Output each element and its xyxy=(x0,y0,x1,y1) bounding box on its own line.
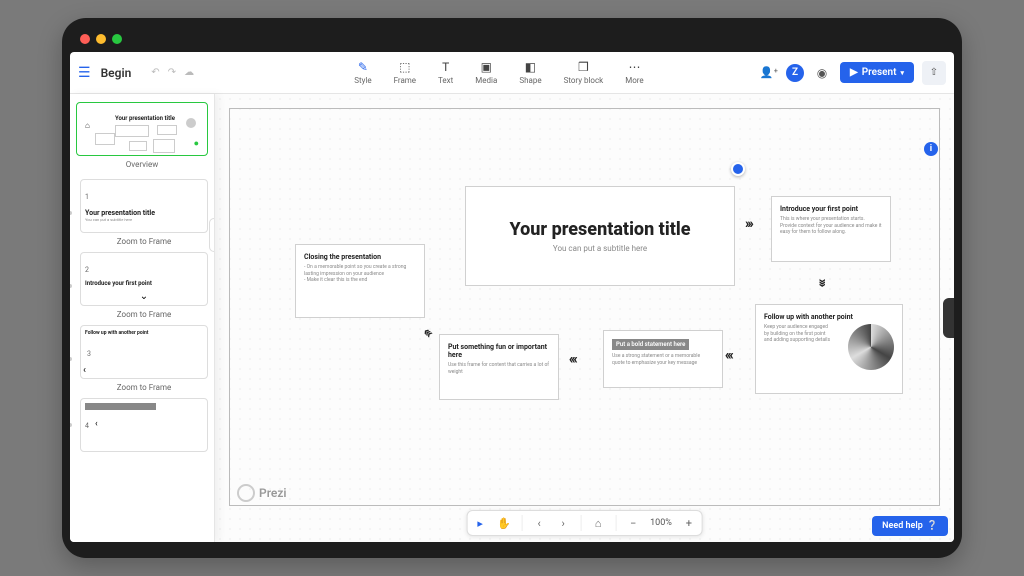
next-frame-button[interactable]: › xyxy=(556,517,570,530)
add-collaborator-icon[interactable]: 👤⁺ xyxy=(760,66,778,79)
home-button[interactable]: ⌂ xyxy=(591,517,605,530)
more-tool[interactable]: ⋯ More xyxy=(625,60,643,85)
play-icon: ▶ xyxy=(850,67,858,78)
overview-thumbnail[interactable]: ⌂ Your presentation title ● xyxy=(76,102,208,156)
path-arrow-icon: ››› xyxy=(571,352,578,368)
storyblock-tool[interactable]: ❒ Story block xyxy=(564,60,604,85)
right-panel-handle[interactable] xyxy=(943,298,954,338)
help-icon: ❔ xyxy=(927,521,938,531)
fun-frame[interactable]: Put something fun or important here Use … xyxy=(439,334,559,400)
window-controls xyxy=(70,26,954,52)
present-button[interactable]: ▶ Present ▾ xyxy=(840,62,914,83)
undo-button[interactable]: ↶ xyxy=(151,67,159,78)
path-arrow-icon: ››› xyxy=(745,216,752,232)
preview-button[interactable]: ◉ xyxy=(812,63,832,83)
presentation-title[interactable]: Your presentation title xyxy=(510,219,691,240)
zoom-out-button[interactable]: − xyxy=(626,517,640,530)
path-arrow-icon: ››› xyxy=(814,279,830,286)
share-button[interactable]: ⇧ xyxy=(922,61,946,85)
maximize-window-icon[interactable] xyxy=(112,34,122,44)
home-icon: ⌂ xyxy=(85,121,90,130)
info-button[interactable]: i xyxy=(924,142,938,156)
title-frame[interactable]: Your presentation title You can put a su… xyxy=(465,186,735,286)
prezi-logo: Prezi xyxy=(237,484,287,502)
prev-frame-button[interactable]: ‹ xyxy=(532,517,546,530)
path-pin-icon[interactable] xyxy=(731,162,745,176)
slide-panel[interactable]: ⌂ Your presentation title ● Overview xyxy=(70,94,215,542)
media-icon: ▣ xyxy=(481,60,492,74)
more-icon: ⋯ xyxy=(628,60,640,74)
zoom-in-button[interactable]: + xyxy=(682,517,696,530)
sidebar-collapse-handle[interactable] xyxy=(209,218,215,252)
slide-thumbnail-3[interactable]: Follow up with another point 3 ‹ xyxy=(80,325,208,379)
redo-button[interactable]: ↷ xyxy=(168,67,176,78)
followup-frame[interactable]: Follow up with another point Keep your a… xyxy=(755,304,903,394)
pen-icon: ✎ xyxy=(358,60,368,74)
record-icon: ● xyxy=(194,138,199,149)
frame-tool[interactable]: ⬚ Frame xyxy=(394,60,416,85)
intro-frame[interactable]: Introduce your first point This is where… xyxy=(771,196,891,262)
canvas[interactable]: i Your presentation title You can put a … xyxy=(215,94,954,542)
minimize-window-icon[interactable] xyxy=(96,34,106,44)
cloud-sync-icon: ☁ xyxy=(184,67,194,78)
closing-frame[interactable]: Closing the presentation - On a memorabl… xyxy=(295,244,425,318)
style-tool[interactable]: ✎ Style xyxy=(354,60,371,85)
frame-icon: ⬚ xyxy=(399,60,410,74)
slide-thumbnail-4[interactable]: 4 ‹ xyxy=(80,398,208,452)
spiral-image xyxy=(848,324,894,370)
document-title[interactable]: Begin xyxy=(101,66,132,80)
text-icon: T xyxy=(442,60,449,74)
help-button[interactable]: Need help ❔ xyxy=(872,516,948,536)
slide-thumbnail-1[interactable]: 1 Your presentation title You can put a … xyxy=(80,179,208,233)
canvas-toolbar: ▸ ✋ ‹ › ⌂ − 100% + xyxy=(466,510,703,536)
hand-tool[interactable]: ✋ xyxy=(497,517,511,530)
slide-thumbnail-2[interactable]: 2 Introduce your first point ⌄ xyxy=(80,252,208,306)
pin-icon xyxy=(186,118,196,128)
menu-button[interactable]: ☰ xyxy=(78,65,91,81)
shape-tool[interactable]: ◧ Shape xyxy=(519,60,541,85)
media-tool[interactable]: ▣ Media xyxy=(475,60,497,85)
text-tool[interactable]: T Text xyxy=(438,60,453,85)
main-toolbar: ✎ Style ⬚ Frame T Text ▣ Media ◧ Shape xyxy=(238,60,760,85)
path-arrow-icon: ››› xyxy=(727,348,734,364)
pointer-tool[interactable]: ▸ xyxy=(473,517,487,530)
chevron-down-icon: ▾ xyxy=(900,69,904,77)
close-window-icon[interactable] xyxy=(80,34,90,44)
user-avatar[interactable]: Z xyxy=(786,64,804,82)
layers-icon: ❒ xyxy=(578,60,589,74)
bold-frame[interactable]: Put a bold statement here Use a strong s… xyxy=(603,330,723,388)
shape-icon: ◧ xyxy=(525,60,536,74)
overview-label: Overview xyxy=(76,160,208,169)
presentation-subtitle[interactable]: You can put a subtitle here xyxy=(553,244,647,253)
zoom-level[interactable]: 100% xyxy=(650,518,672,528)
